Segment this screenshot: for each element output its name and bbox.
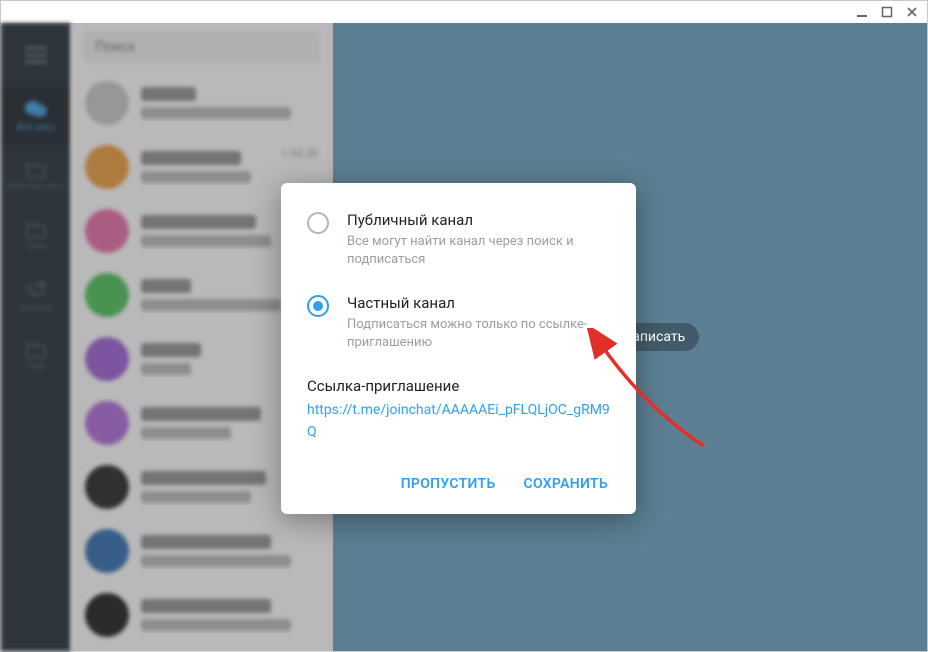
chats-icon (24, 99, 48, 119)
invite-link[interactable]: https://t.me/joinchat/AAAAAEi_pFLQLjOC_g… (307, 402, 610, 440)
option-title: Частный канал (347, 294, 610, 312)
option-public-channel[interactable]: Публичный канал Все могут найти канал че… (307, 211, 610, 268)
rail-label: Личн (25, 242, 47, 252)
avatar (85, 593, 129, 637)
folder-icon (25, 340, 47, 358)
option-private-channel[interactable]: Частный канал Подписаться можно только п… (307, 294, 610, 351)
avatar (85, 529, 129, 573)
search-input[interactable] (83, 31, 320, 63)
maximize-button[interactable] (876, 2, 898, 22)
list-item[interactable] (71, 583, 332, 647)
radio-checked-icon (307, 295, 329, 317)
avatar (85, 401, 129, 445)
invite-link-label: Ссылка-приглашение (307, 377, 610, 395)
close-button[interactable] (901, 2, 923, 22)
nav-rail: Все чаты Рабочие чаты Личн Каналы Ещё (1, 23, 71, 651)
avatar (85, 145, 129, 189)
radio-unchecked-icon (307, 212, 329, 234)
rail-channels[interactable]: Каналы (1, 267, 71, 325)
megaphone-icon (25, 279, 47, 299)
chat-date: 1.04.20 (281, 145, 318, 160)
avatar (85, 81, 129, 125)
rail-label: Каналы (20, 303, 53, 313)
option-title: Публичный канал (347, 211, 610, 229)
save-button[interactable]: СОХРАНИТЬ (524, 476, 608, 492)
list-item[interactable] (71, 71, 332, 135)
minimize-button[interactable] (851, 2, 873, 22)
modal-actions: ПРОПУСТИТЬ СОХРАНИТЬ (307, 476, 610, 502)
list-item[interactable] (71, 519, 332, 583)
folder-icon (25, 220, 47, 238)
titlebar (1, 1, 927, 23)
rail-label: Ещё (27, 362, 44, 372)
rail-label: Рабочие чаты (7, 182, 66, 192)
option-desc: Все могут найти канал через поиск и подп… (347, 233, 610, 268)
app-window: Все чаты Рабочие чаты Личн Каналы Ещё (0, 0, 928, 652)
menu-button[interactable] (1, 35, 71, 75)
rail-personal[interactable]: Личн (1, 207, 71, 265)
rail-label: Все чаты (17, 123, 55, 133)
app-body: Все чаты Рабочие чаты Личн Каналы Ещё (1, 23, 927, 651)
avatar (85, 273, 129, 317)
rail-all-chats[interactable]: Все чаты (1, 87, 71, 145)
rail-work[interactable]: Рабочие чаты (1, 147, 71, 205)
avatar (85, 209, 129, 253)
channel-type-modal: Публичный канал Все могут найти канал че… (281, 183, 636, 514)
option-desc: Подписаться можно только по ссылке-пригл… (347, 316, 610, 351)
search-wrapper (71, 23, 332, 71)
avatar (85, 465, 129, 509)
rail-more[interactable]: Ещё (1, 327, 71, 385)
skip-button[interactable]: ПРОПУСТИТЬ (401, 476, 496, 492)
avatar (85, 337, 129, 381)
folder-icon (25, 160, 47, 178)
